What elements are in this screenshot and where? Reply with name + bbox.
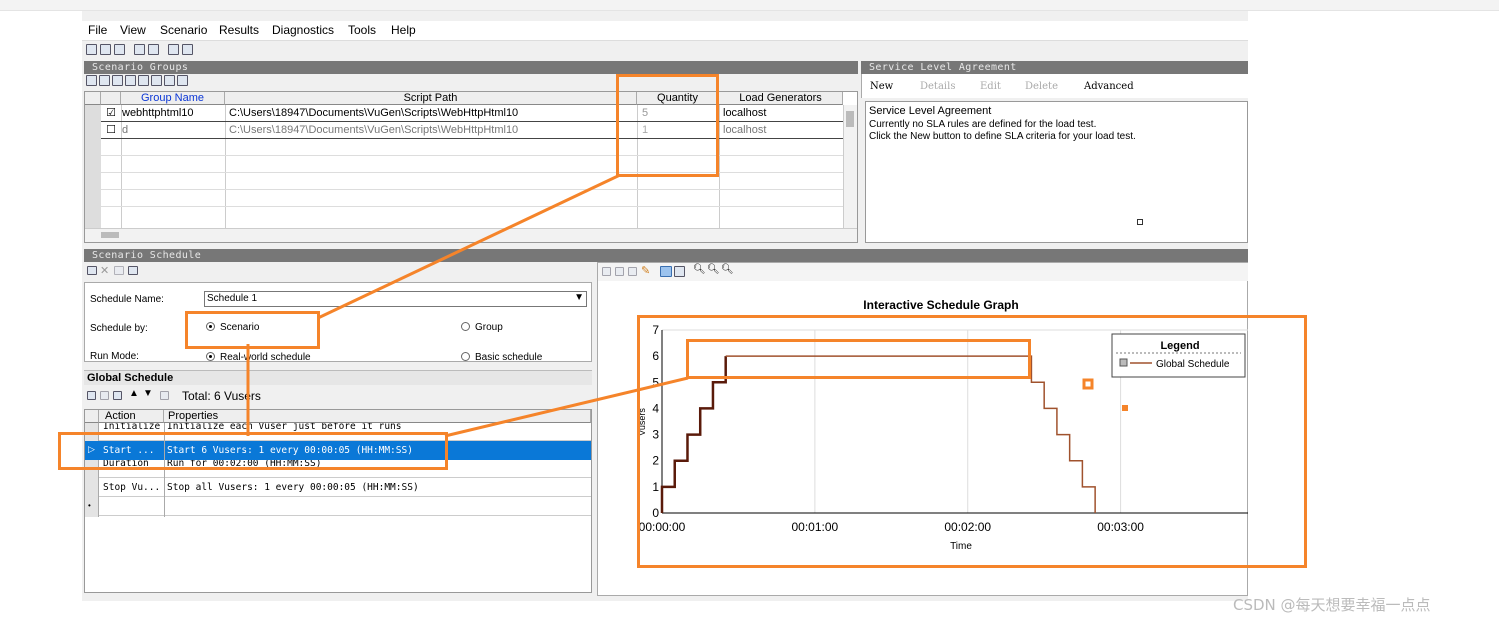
annotation-connector xyxy=(317,173,621,320)
watermark: CSDN @每天想要幸福一点点 xyxy=(1233,596,1431,614)
schedule-by-highlight xyxy=(185,311,320,349)
graph-highlight xyxy=(637,315,1307,568)
start-row-highlight xyxy=(58,432,448,470)
quantity-highlight xyxy=(616,74,719,177)
